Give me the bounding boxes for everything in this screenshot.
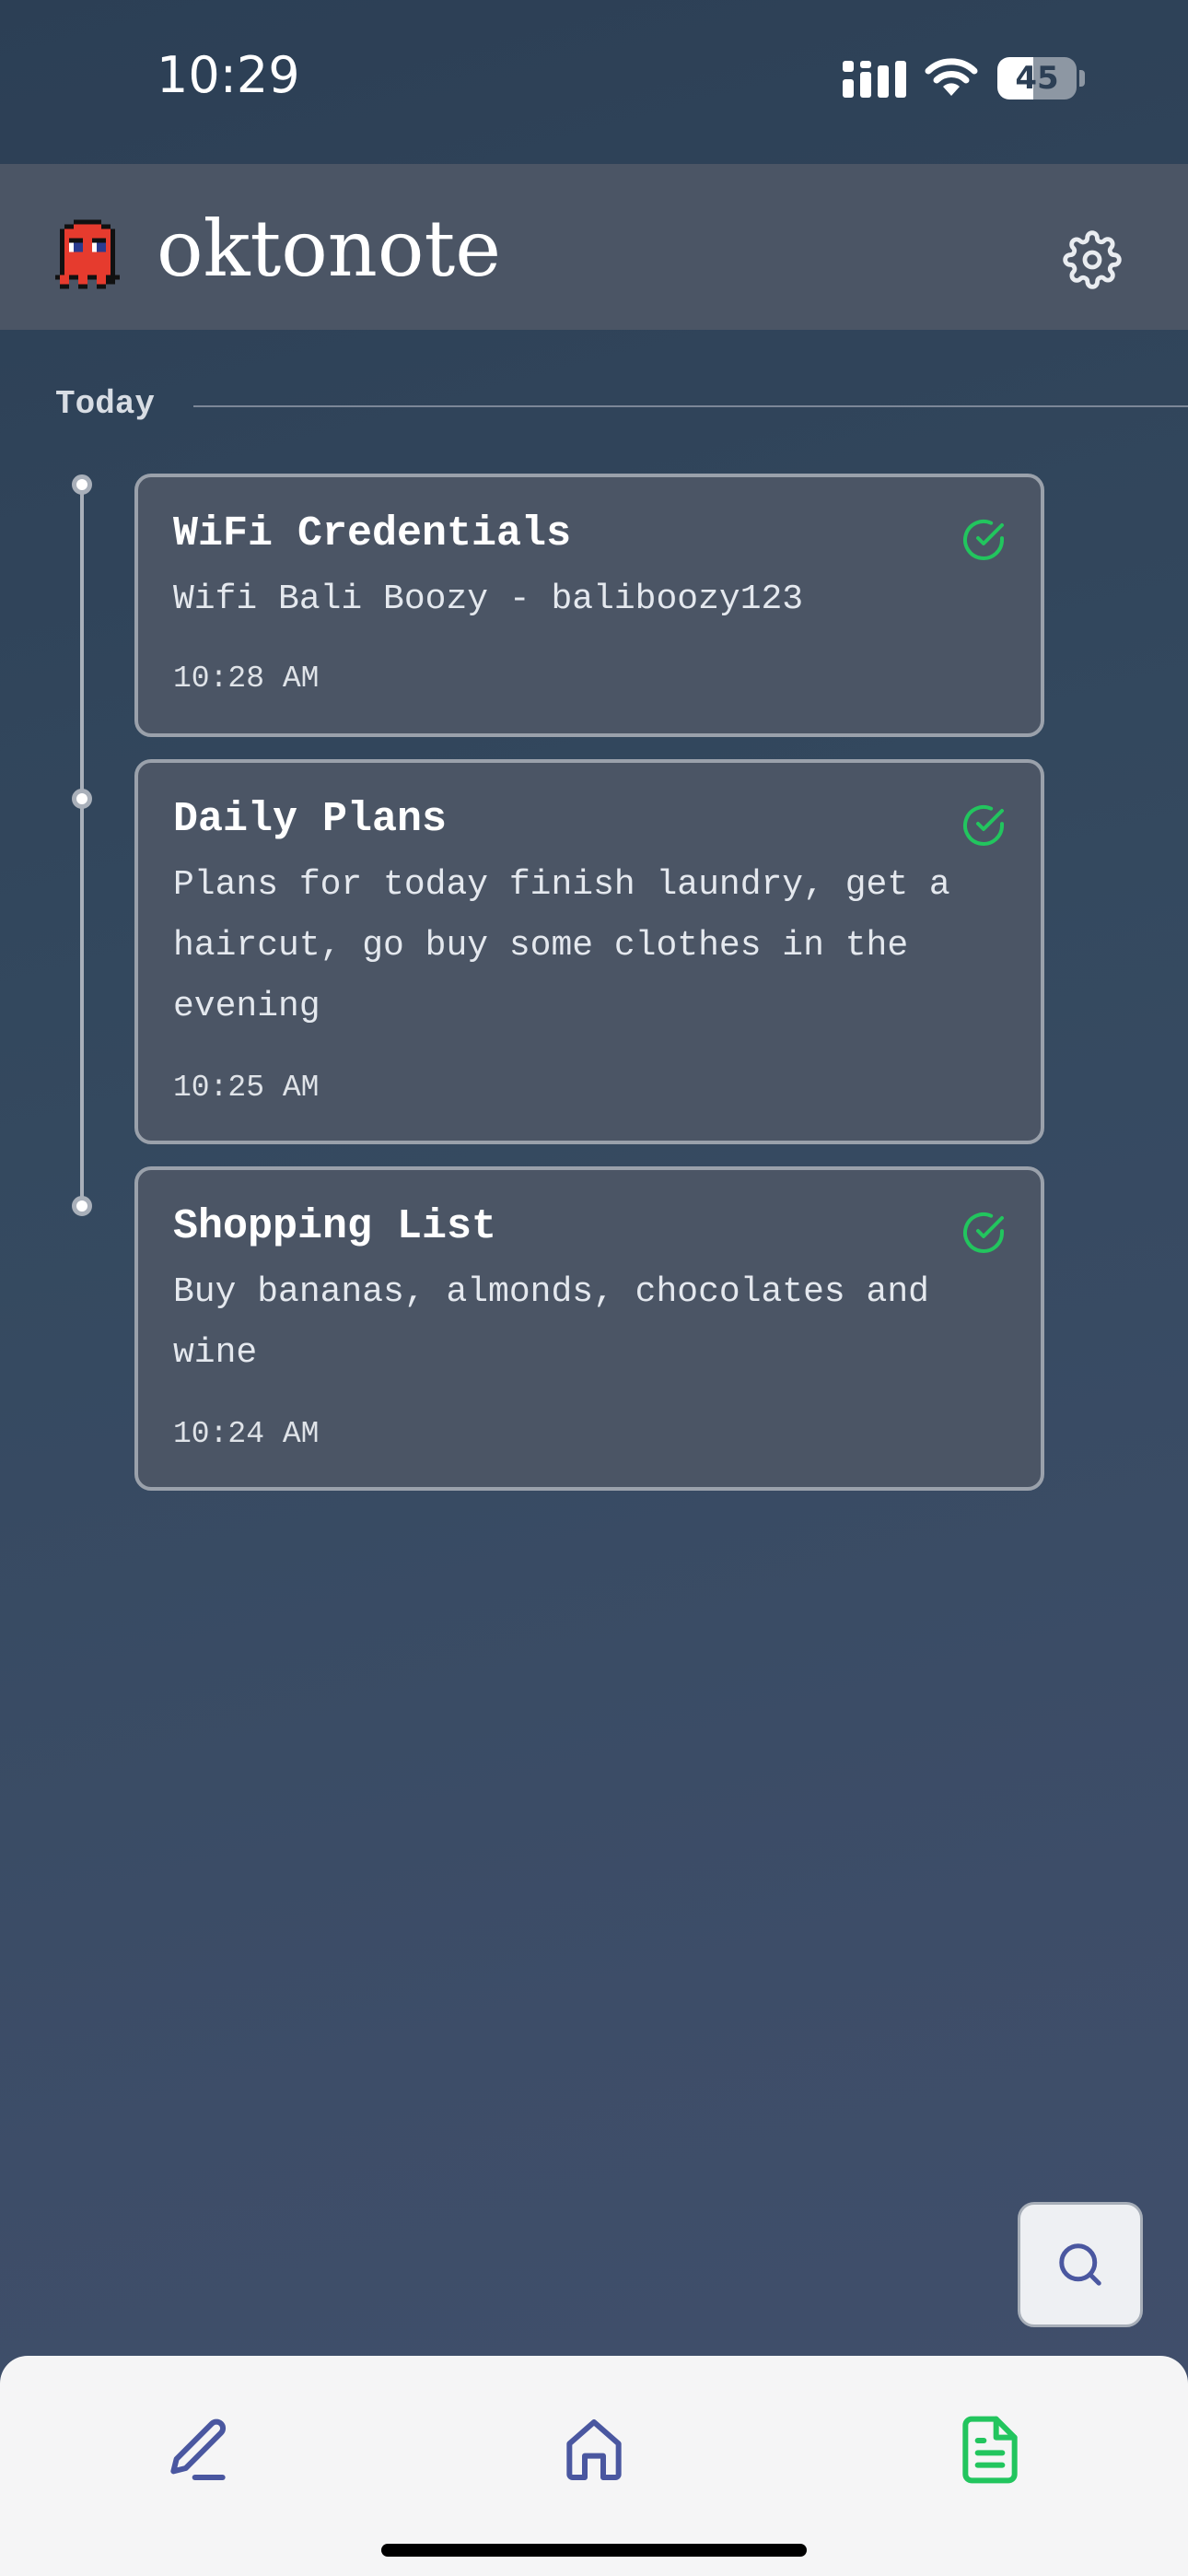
wifi-icon (925, 58, 978, 96)
section-header: Today (55, 380, 1188, 431)
search-button[interactable] (1018, 2202, 1143, 2327)
app-title: oktonote (157, 204, 501, 294)
nav-new-note[interactable] (161, 2413, 235, 2487)
home-indicator (381, 2544, 807, 2557)
check-circle-icon (963, 520, 1004, 560)
nav-home[interactable] (557, 2413, 631, 2487)
section-divider (193, 405, 1188, 407)
battery-level: 45 (1015, 60, 1059, 97)
home-icon (566, 2419, 622, 2480)
bottom-navigation (0, 2356, 1188, 2576)
app-header: oktonote (0, 164, 1188, 330)
check-circle-icon (963, 1212, 1004, 1253)
battery-indicator: 45 (997, 57, 1077, 100)
timeline-dot (72, 789, 92, 809)
status-bar: 10:29 45 (0, 0, 1188, 164)
note-body: Plans for today finish laundry, get a ha… (173, 865, 950, 1026)
note-body: Wifi Bali Boozy - baliboozy123 (173, 580, 804, 619)
note-title: Daily Plans (173, 796, 448, 843)
note-card[interactable]: WiFi Credentials Wifi Bali Boozy - balib… (134, 474, 1044, 737)
note-title: Shopping List (173, 1203, 497, 1250)
status-time: 10:29 (157, 46, 300, 104)
nav-notes[interactable] (953, 2413, 1027, 2487)
red-ghost-logo-icon (55, 219, 120, 289)
timeline-dot (72, 1196, 92, 1216)
pencil-icon (170, 2418, 227, 2480)
note-card[interactable]: Shopping List Buy bananas, almonds, choc… (134, 1166, 1044, 1491)
document-icon (962, 2416, 1018, 2484)
note-title: WiFi Credentials (173, 510, 572, 557)
timeline-line (80, 483, 84, 1207)
check-circle-icon (963, 805, 1004, 846)
note-time: 10:24 AM (173, 1417, 320, 1451)
section-label: Today (55, 385, 156, 423)
note-time: 10:25 AM (173, 1071, 320, 1105)
note-body: Buy bananas, almonds, chocolates and win… (173, 1272, 929, 1373)
gear-icon[interactable] (1063, 230, 1122, 289)
battery-tip (1079, 70, 1085, 87)
timeline-dot (72, 474, 92, 495)
note-card[interactable]: Daily Plans Plans for today finish laund… (134, 759, 1044, 1144)
note-time: 10:28 AM (173, 662, 320, 696)
search-icon (1059, 2243, 1101, 2286)
cellular-signal-icon (843, 61, 906, 98)
